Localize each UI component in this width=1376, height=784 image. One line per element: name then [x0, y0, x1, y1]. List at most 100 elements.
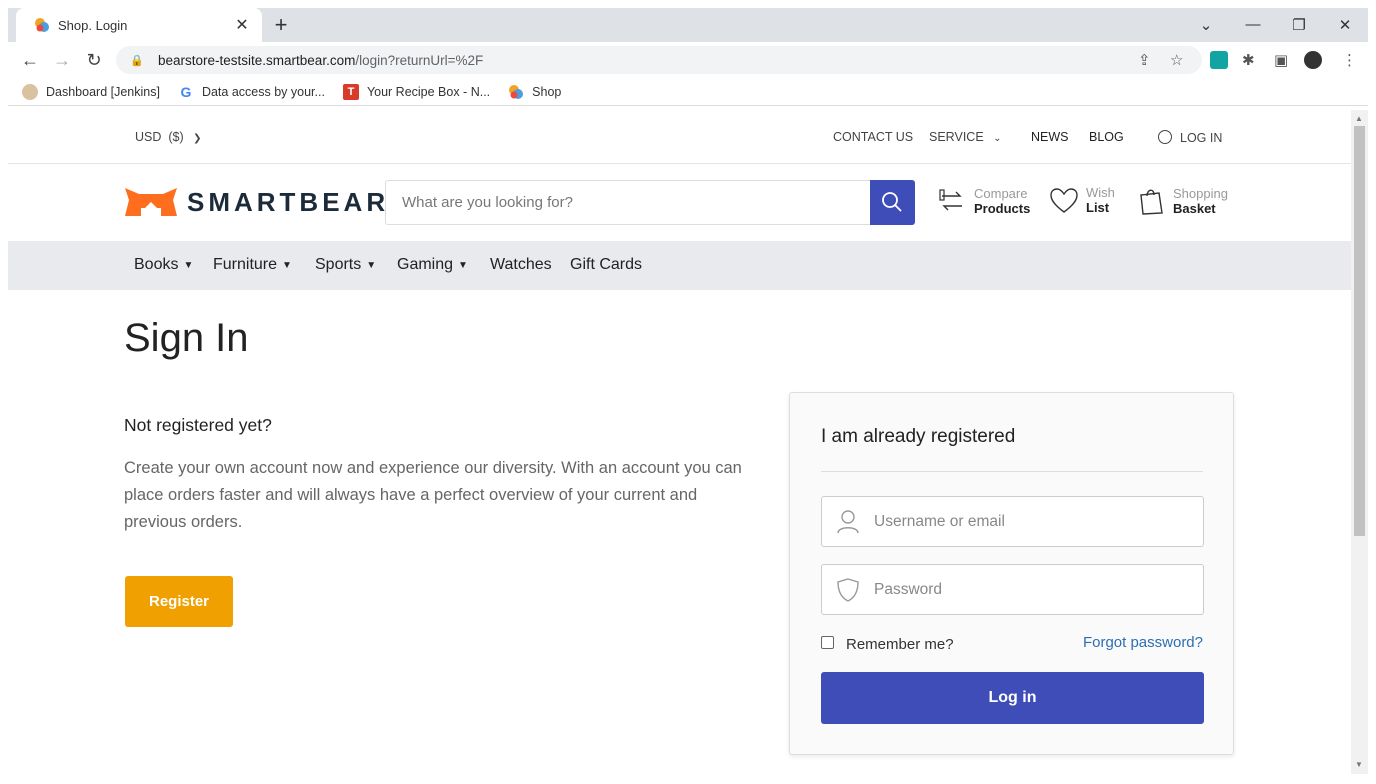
- new-tab-icon[interactable]: +: [270, 14, 292, 36]
- username-field[interactable]: Username or email: [821, 496, 1204, 547]
- profile-avatar[interactable]: [1304, 51, 1322, 69]
- compare-label-top: Compare: [974, 185, 1028, 201]
- extension-icon[interactable]: [1210, 51, 1228, 69]
- basket-label-top: Shopping: [1173, 185, 1228, 201]
- bookmark-label: Your Recipe Box - N...: [366, 84, 491, 99]
- login-link[interactable]: LOG IN: [1158, 130, 1222, 145]
- minimize-icon[interactable]: —: [1241, 16, 1265, 33]
- heart-icon: [1050, 187, 1078, 213]
- lock-icon: 🔒: [130, 54, 144, 67]
- bookmark-shop[interactable]: Shop: [508, 84, 561, 100]
- close-window-icon[interactable]: ✕: [1333, 16, 1357, 34]
- shop-icon: [508, 84, 524, 100]
- chevron-down-icon: ▼: [458, 259, 468, 271]
- side-panel-icon[interactable]: ▣: [1274, 51, 1288, 69]
- bookmark-google[interactable]: G Data access by your...: [178, 84, 325, 100]
- site-header: SMARTBEAR What are you looking for? Comp…: [8, 164, 1351, 241]
- bookmark-star-icon[interactable]: ☆: [1170, 51, 1183, 69]
- password-placeholder: Password: [874, 581, 943, 598]
- shop-favicon-icon: [34, 17, 50, 33]
- search-button[interactable]: [870, 180, 915, 225]
- bookmarks-bar: Dashboard [Jenkins] G Data access by you…: [8, 78, 1368, 106]
- shield-icon: [837, 578, 859, 602]
- scroll-up-icon[interactable]: ▲: [1355, 114, 1363, 123]
- page-title: Sign In: [124, 316, 249, 360]
- nav-label: Watches: [490, 256, 552, 273]
- service-menu[interactable]: SERVICE ⌄: [929, 130, 1002, 144]
- news-link[interactable]: NEWS: [1031, 130, 1069, 144]
- remember-me-label: Remember me?: [846, 636, 954, 653]
- tab-close-icon[interactable]: ✕: [232, 15, 252, 35]
- tab-title: Shop. Login: [58, 17, 128, 33]
- back-icon[interactable]: ←: [20, 50, 40, 70]
- tab-search-icon[interactable]: ⌄: [1194, 16, 1218, 34]
- nav-label: Gift Cards: [570, 256, 643, 273]
- category-nav: Books ▼ Furniture ▼ Sports ▼ Gaming ▼ Watche…: [8, 241, 1351, 290]
- restore-icon[interactable]: ❐: [1287, 16, 1311, 34]
- remember-me-checkbox[interactable]: [821, 636, 834, 649]
- url-host: bearstore-testsite.smartbear.com: [158, 52, 356, 68]
- chevron-down-icon: ❯: [193, 133, 202, 144]
- divider: [821, 471, 1203, 472]
- nav-item-gaming[interactable]: Gaming ▼: [397, 256, 468, 274]
- nav-item-gift-cards[interactable]: Gift Cards: [570, 256, 642, 274]
- menu-kebab-icon[interactable]: ⋮: [1342, 51, 1357, 69]
- share-icon[interactable]: ⇪: [1138, 51, 1151, 69]
- user-circle-icon: [1158, 130, 1172, 144]
- bookmark-nyt[interactable]: T Your Recipe Box - N...: [342, 83, 491, 100]
- scroll-down-icon[interactable]: ▼: [1355, 760, 1363, 769]
- page-content: USD ($) ❯ CONTACT US SERVICE ⌄ NEWS BLOG…: [8, 110, 1351, 774]
- register-description: Create your own account now and experien…: [124, 459, 742, 531]
- bookmark-label: Shop: [532, 84, 562, 99]
- tab-strip: Shop. Login ✕ + ⌄ — ❐ ✕: [8, 8, 1368, 42]
- bookmark-label: Data access by your...: [201, 84, 325, 99]
- password-field[interactable]: Password: [821, 564, 1204, 615]
- address-bar[interactable]: 🔒 bearstore-testsite.smartbear.com/login…: [116, 46, 1202, 74]
- wish-list-link[interactable]: Wish List: [1049, 186, 1115, 215]
- browser-toolbar: ← → ↻ 🔒 bearstore-testsite.smartbear.com…: [8, 42, 1368, 78]
- search-icon: [882, 192, 902, 212]
- bookmark-label: Dashboard [Jenkins]: [46, 84, 160, 99]
- browser-frame: [0, 0, 1376, 8]
- chevron-down-icon: ⌄: [993, 133, 1002, 144]
- reload-icon[interactable]: ↻: [84, 50, 104, 70]
- currency-selector[interactable]: USD ($) ❯: [135, 130, 202, 144]
- basket-label-bottom: Basket: [1173, 200, 1216, 216]
- nav-label: Gaming: [397, 256, 454, 273]
- compare-icon: [939, 189, 962, 211]
- nav-item-sports[interactable]: Sports ▼: [315, 256, 376, 274]
- chevron-down-icon: ▼: [366, 259, 377, 271]
- login-label: LOG IN: [1180, 131, 1223, 145]
- nav-item-furniture[interactable]: Furniture ▼: [213, 256, 292, 274]
- nav-item-watches[interactable]: Watches: [490, 256, 552, 274]
- username-placeholder: Username or email: [874, 513, 1005, 530]
- page-scrollbar[interactable]: ▲ ▼: [1351, 110, 1368, 774]
- search-box[interactable]: What are you looking for?: [385, 180, 915, 225]
- currency-label: USD ($): [135, 130, 184, 144]
- google-icon: G: [180, 83, 192, 100]
- chevron-down-icon: ▼: [282, 259, 292, 271]
- register-button[interactable]: Register: [125, 576, 233, 627]
- bookmark-jenkins[interactable]: Dashboard [Jenkins]: [22, 83, 160, 100]
- wish-label-bottom: List: [1086, 200, 1110, 215]
- url-path: /login?returnUrl=%2F: [355, 52, 484, 68]
- nav-label: Sports: [315, 256, 362, 273]
- contact-us-link[interactable]: CONTACT US: [833, 130, 913, 144]
- remember-me[interactable]: Remember me?: [821, 636, 954, 653]
- compare-label-bottom: Products: [974, 200, 1031, 216]
- forgot-password-link[interactable]: Forgot password?: [1083, 634, 1203, 651]
- jenkins-icon: [22, 83, 38, 100]
- shopping-basket-link[interactable]: Shopping Basket: [1138, 186, 1228, 216]
- smartbear-logo[interactable]: SMARTBEAR: [123, 186, 389, 218]
- blog-link[interactable]: BLOG: [1089, 130, 1124, 144]
- compare-products-link[interactable]: Compare Products: [938, 186, 1030, 216]
- scrollbar-thumb[interactable]: [1354, 126, 1365, 536]
- forward-icon[interactable]: →: [52, 50, 72, 70]
- extensions-puzzle-icon[interactable]: ✱: [1242, 51, 1255, 69]
- nyt-icon: T: [342, 83, 359, 100]
- search-input[interactable]: What are you looking for?: [402, 194, 573, 211]
- browser-tab[interactable]: Shop. Login ✕: [16, 8, 262, 42]
- login-button[interactable]: Log in: [821, 672, 1204, 724]
- nav-item-books[interactable]: Books ▼: [134, 256, 193, 274]
- login-card-title: I am already registered: [821, 426, 1016, 447]
